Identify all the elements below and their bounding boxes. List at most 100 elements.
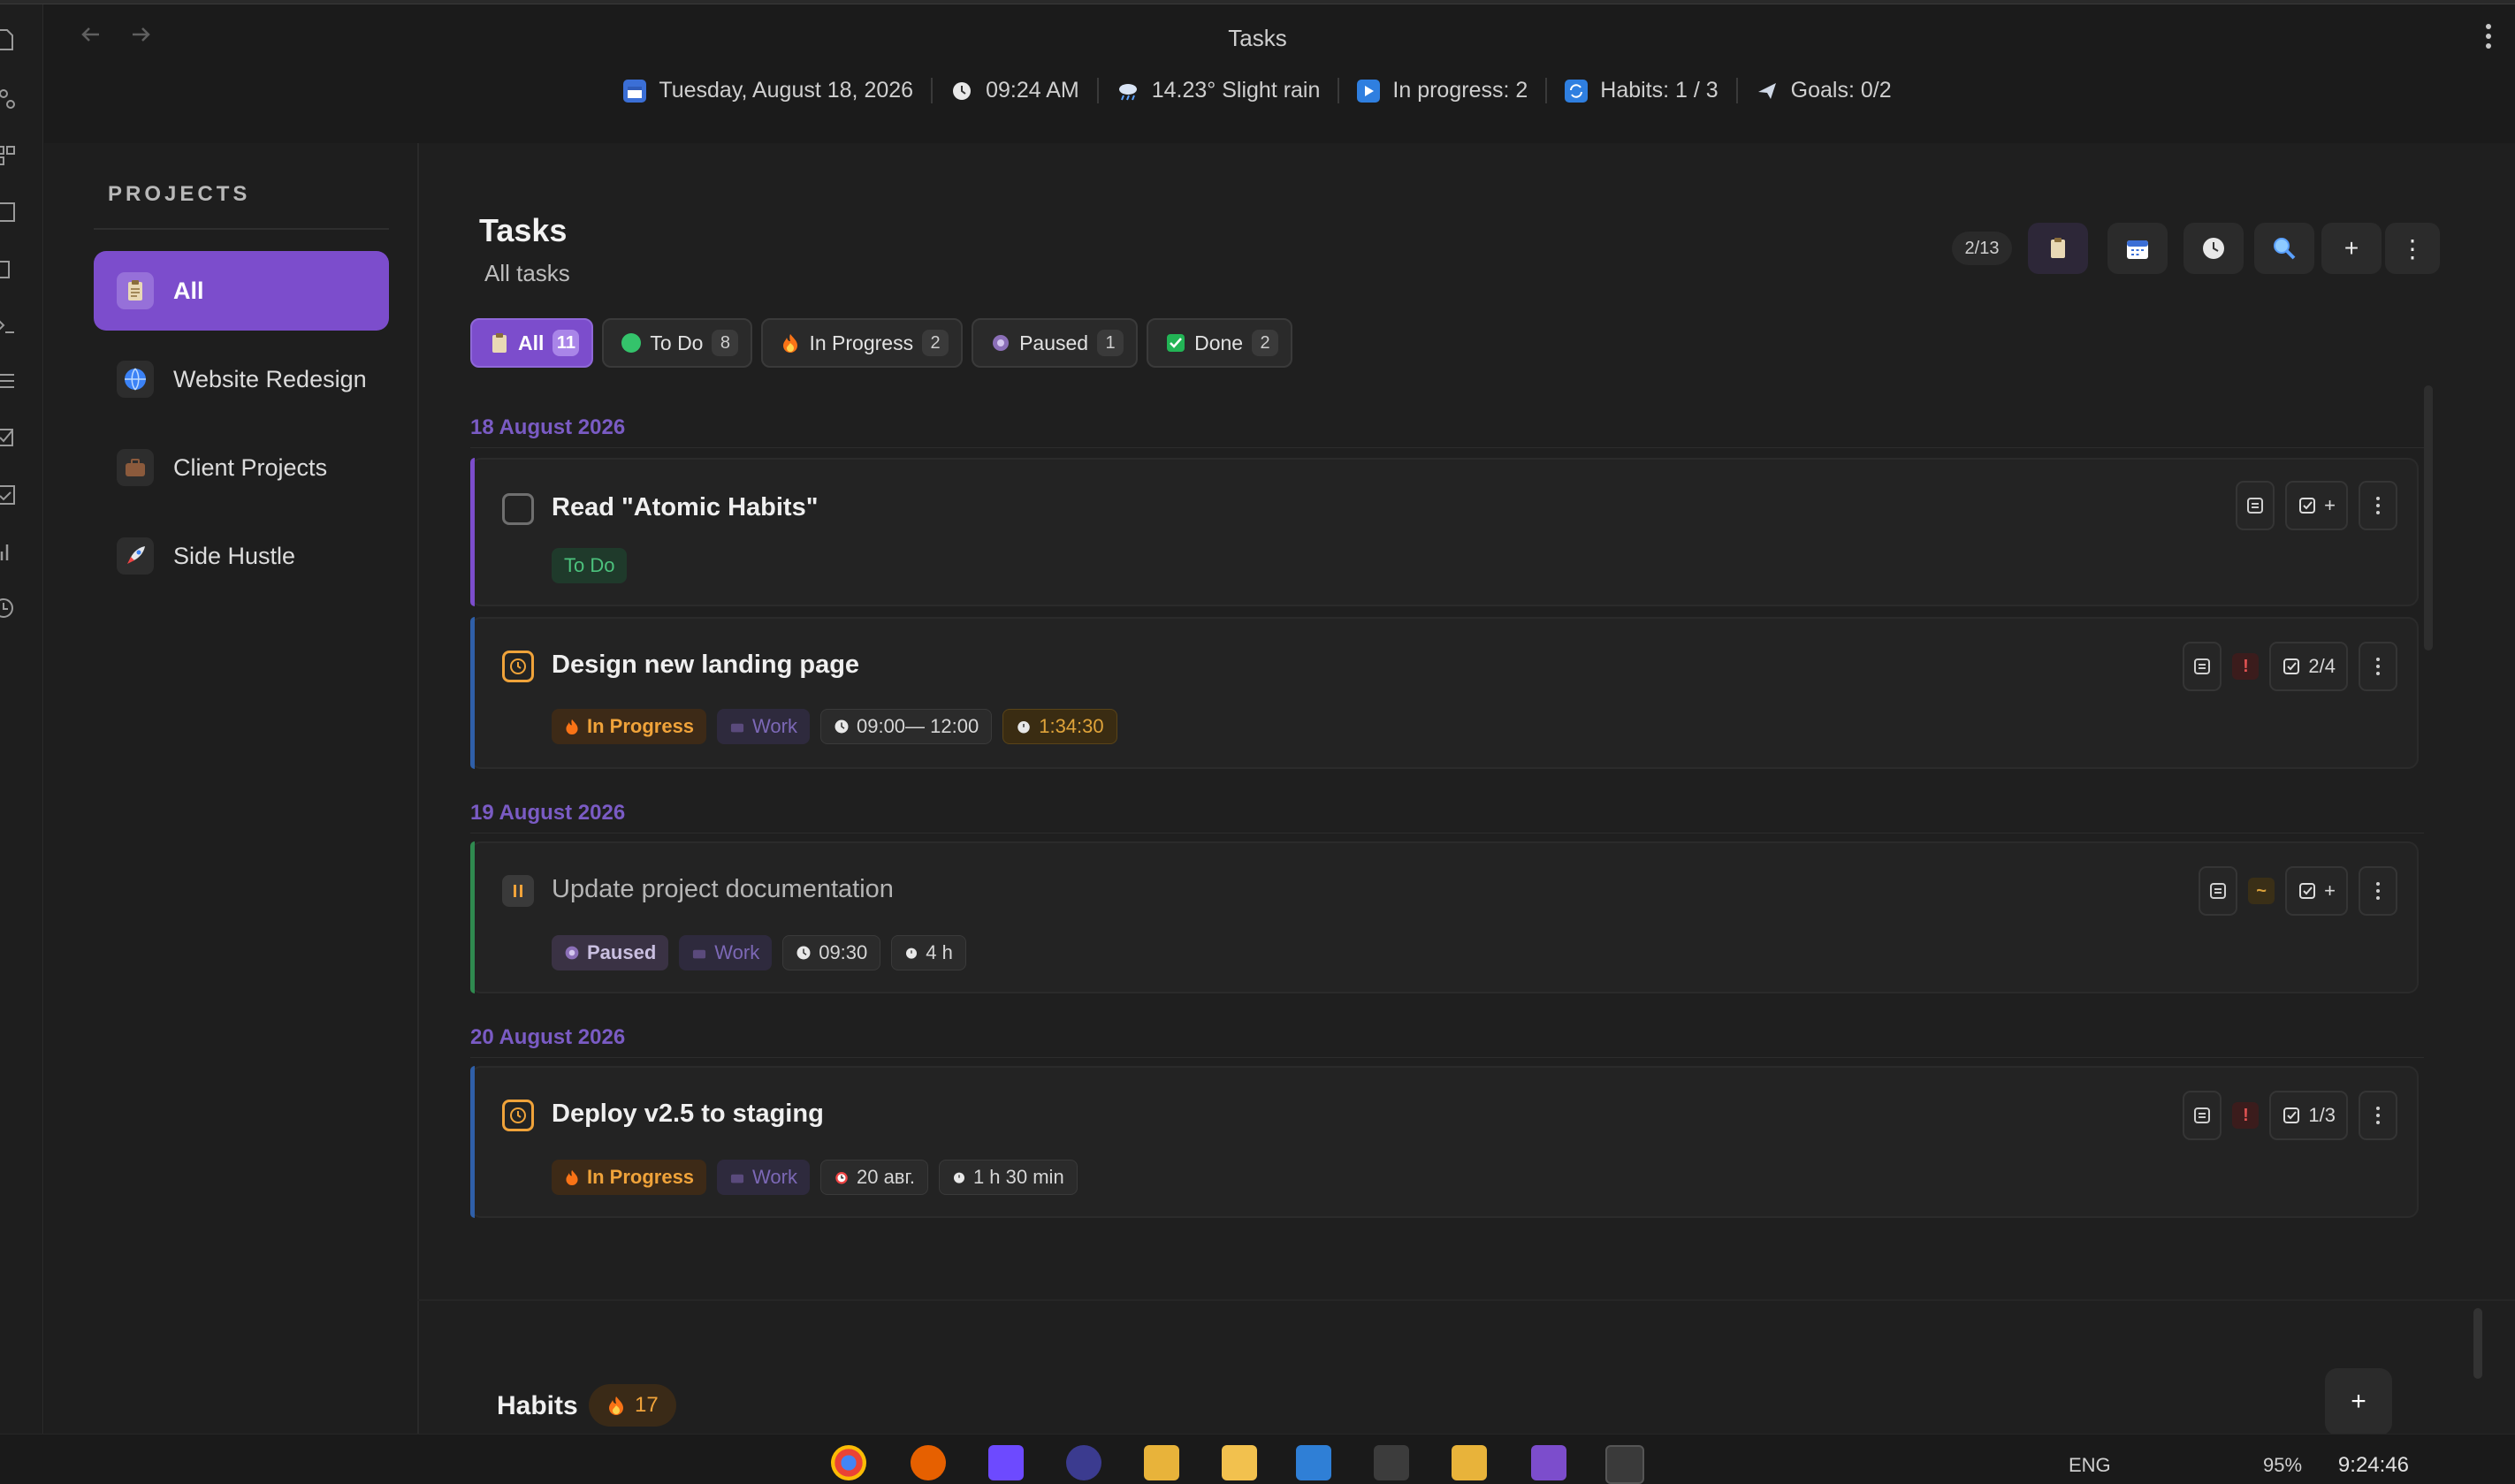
calendar-view-button[interactable] <box>2107 223 2168 274</box>
date-divider <box>470 447 2424 448</box>
tasks-app-icon[interactable] <box>1066 1445 1101 1480</box>
globe-icon <box>117 361 154 398</box>
checkbox-icon[interactable] <box>0 424 19 451</box>
notes-icon <box>2194 658 2211 674</box>
calendar-check-icon[interactable] <box>0 481 19 507</box>
subtasks-button[interactable]: 1/3 <box>2269 1091 2348 1140</box>
priority-badge: ~ <box>2248 878 2275 904</box>
check-box-icon <box>1167 334 1185 352</box>
briefcase-icon <box>730 1174 744 1183</box>
firefox-icon[interactable] <box>911 1445 946 1480</box>
more-options-icon[interactable] <box>2481 21 2496 51</box>
priority-badge: ! <box>2232 1102 2260 1129</box>
subtasks-button[interactable]: + <box>2285 481 2348 530</box>
language-indicator[interactable]: ENG <box>2069 1454 2111 1477</box>
notes-icon <box>2210 883 2227 899</box>
airplane-icon <box>1756 80 1779 103</box>
active-app-icon[interactable] <box>1605 1445 1644 1484</box>
folder-icon[interactable] <box>1144 1445 1179 1480</box>
clipboard-icon <box>117 272 154 309</box>
projects-sidebar <box>44 143 417 1434</box>
task-menu-button[interactable] <box>2359 642 2397 691</box>
notes-button[interactable] <box>2199 866 2238 916</box>
copy-icon[interactable] <box>0 255 19 281</box>
subtasks-button[interactable]: + <box>2285 866 2348 916</box>
filter-in-progress[interactable]: In Progress 2 <box>761 318 964 368</box>
os-taskbar: ENG 95% <box>0 1434 2515 1484</box>
stopwatch-icon <box>906 947 918 959</box>
task-status-icon[interactable] <box>502 875 534 907</box>
notes-button[interactable] <box>2028 223 2088 274</box>
chrome-icon[interactable] <box>831 1445 866 1480</box>
filter-all[interactable]: All 11 <box>470 318 594 368</box>
task-list-scrollbar[interactable] <box>2424 385 2433 651</box>
proton-icon[interactable] <box>988 1445 1024 1480</box>
taskbar-clock[interactable]: 9:24:46 <box>2338 1453 2409 1478</box>
task-status-icon[interactable] <box>502 651 534 682</box>
date-header: 18 August 2026 <box>470 415 626 439</box>
file-explorer-icon[interactable] <box>1222 1445 1257 1480</box>
notes-button[interactable] <box>2183 642 2222 691</box>
more-vertical-icon <box>2376 1107 2380 1124</box>
add-task-button[interactable]: + <box>2321 223 2382 274</box>
sidebar-item-all[interactable]: All <box>94 251 389 331</box>
list-icon[interactable] <box>0 368 19 394</box>
status-goals[interactable]: Goals: 0/2 <box>1735 78 1909 103</box>
calendar-icon[interactable] <box>0 198 19 225</box>
subtasks-button[interactable]: 2/4 <box>2269 642 2348 691</box>
search-button[interactable] <box>2254 223 2314 274</box>
battery-indicator[interactable]: 95% <box>2263 1454 2302 1477</box>
repeat-icon <box>1565 79 1589 103</box>
stopwatch-icon <box>1017 721 1030 734</box>
briefcase-icon <box>730 723 744 733</box>
projects-divider <box>94 228 389 230</box>
section-divider <box>417 1299 2515 1301</box>
task-card[interactable]: Read "Atomic Habits" To Do + <box>470 458 2419 606</box>
notes-button[interactable] <box>2183 1091 2222 1140</box>
history-icon[interactable] <box>0 594 19 620</box>
add-habit-button[interactable]: + <box>2325 1368 2392 1435</box>
clock-icon <box>510 658 526 674</box>
clock-icon <box>950 80 973 103</box>
status-in-progress[interactable]: In progress: 2 <box>1338 78 1545 103</box>
task-menu-button[interactable] <box>2359 1091 2397 1140</box>
status-time: 09:24 AM <box>931 78 1097 103</box>
task-card[interactable]: Update project documentation Paused Work… <box>470 841 2419 993</box>
vscode-icon[interactable] <box>1296 1445 1331 1480</box>
status-habits[interactable]: Habits: 1 / 3 <box>1545 78 1735 103</box>
notes-button[interactable] <box>2236 481 2275 530</box>
more-button[interactable]: ⋮ <box>2385 223 2440 274</box>
sidebar-item-client-projects[interactable]: Client Projects <box>94 428 389 507</box>
bar-chart-icon[interactable] <box>0 537 19 564</box>
sidebar-item-website-redesign[interactable]: Website Redesign <box>94 339 389 419</box>
task-title[interactable]: Design new landing page <box>552 651 859 680</box>
grid-icon[interactable] <box>0 141 19 168</box>
status-bar-accent <box>470 841 475 993</box>
habits-scrollbar[interactable] <box>2473 1308 2482 1379</box>
task-menu-button[interactable] <box>2359 481 2397 530</box>
task-checkbox[interactable] <box>502 493 534 525</box>
task-tags: In Progress Work 09:00— 12:00 1:34:30 <box>552 709 1117 744</box>
checkbox-icon <box>2299 883 2316 899</box>
sidebar-item-side-hustle[interactable]: Side Hustle <box>94 516 389 596</box>
terminal-icon[interactable] <box>0 311 19 338</box>
project-badge: Work <box>717 709 810 744</box>
obsidian-icon[interactable] <box>1531 1445 1566 1480</box>
task-title[interactable]: Deploy v2.5 to staging <box>552 1100 824 1129</box>
task-title[interactable]: Update project documentation <box>552 875 894 904</box>
folder-icon[interactable] <box>1452 1445 1487 1480</box>
task-status-icon[interactable] <box>502 1100 534 1131</box>
date-divider <box>470 1057 2424 1058</box>
terminal-icon[interactable] <box>1374 1445 1409 1480</box>
time-view-button[interactable] <box>2183 223 2244 274</box>
task-card[interactable]: Deploy v2.5 to staging In Progress Work … <box>470 1066 2419 1218</box>
task-title[interactable]: Read "Atomic Habits" <box>552 493 818 522</box>
status-bar: Tuesday, August 18, 2026 09:24 AM 14.23°… <box>0 78 2515 103</box>
task-card[interactable]: Design new landing page In Progress Work… <box>470 617 2419 769</box>
task-menu-button[interactable] <box>2359 866 2397 916</box>
filter-todo[interactable]: To Do 8 <box>602 318 753 368</box>
filter-paused[interactable]: Paused 1 <box>972 318 1139 368</box>
filter-done[interactable]: Done 2 <box>1147 318 1293 368</box>
timer-badge[interactable]: 1:34:30 <box>1002 709 1117 744</box>
status-bar-accent <box>470 458 475 606</box>
